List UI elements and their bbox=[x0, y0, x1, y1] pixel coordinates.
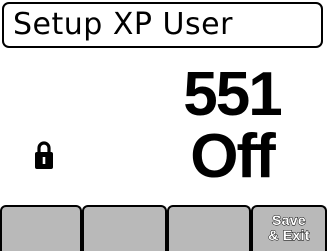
page-title: Setup XP User bbox=[13, 7, 233, 42]
user-number-value: 551 bbox=[183, 60, 282, 129]
save-exit-button[interactable]: Save & Exit bbox=[251, 205, 327, 251]
save-exit-label: Save & Exit bbox=[253, 212, 325, 243]
save-exit-label-line1: Save bbox=[272, 212, 307, 228]
softkey-3[interactable] bbox=[167, 205, 251, 251]
user-state-value: Off bbox=[190, 122, 276, 191]
softkey-1[interactable] bbox=[0, 205, 82, 251]
title-bar: Setup XP User bbox=[2, 2, 323, 48]
softkey-bar: Save & Exit bbox=[0, 205, 327, 251]
save-exit-label-line2: & Exit bbox=[268, 227, 310, 243]
softkey-2[interactable] bbox=[82, 205, 167, 251]
lock-icon bbox=[35, 141, 53, 169]
